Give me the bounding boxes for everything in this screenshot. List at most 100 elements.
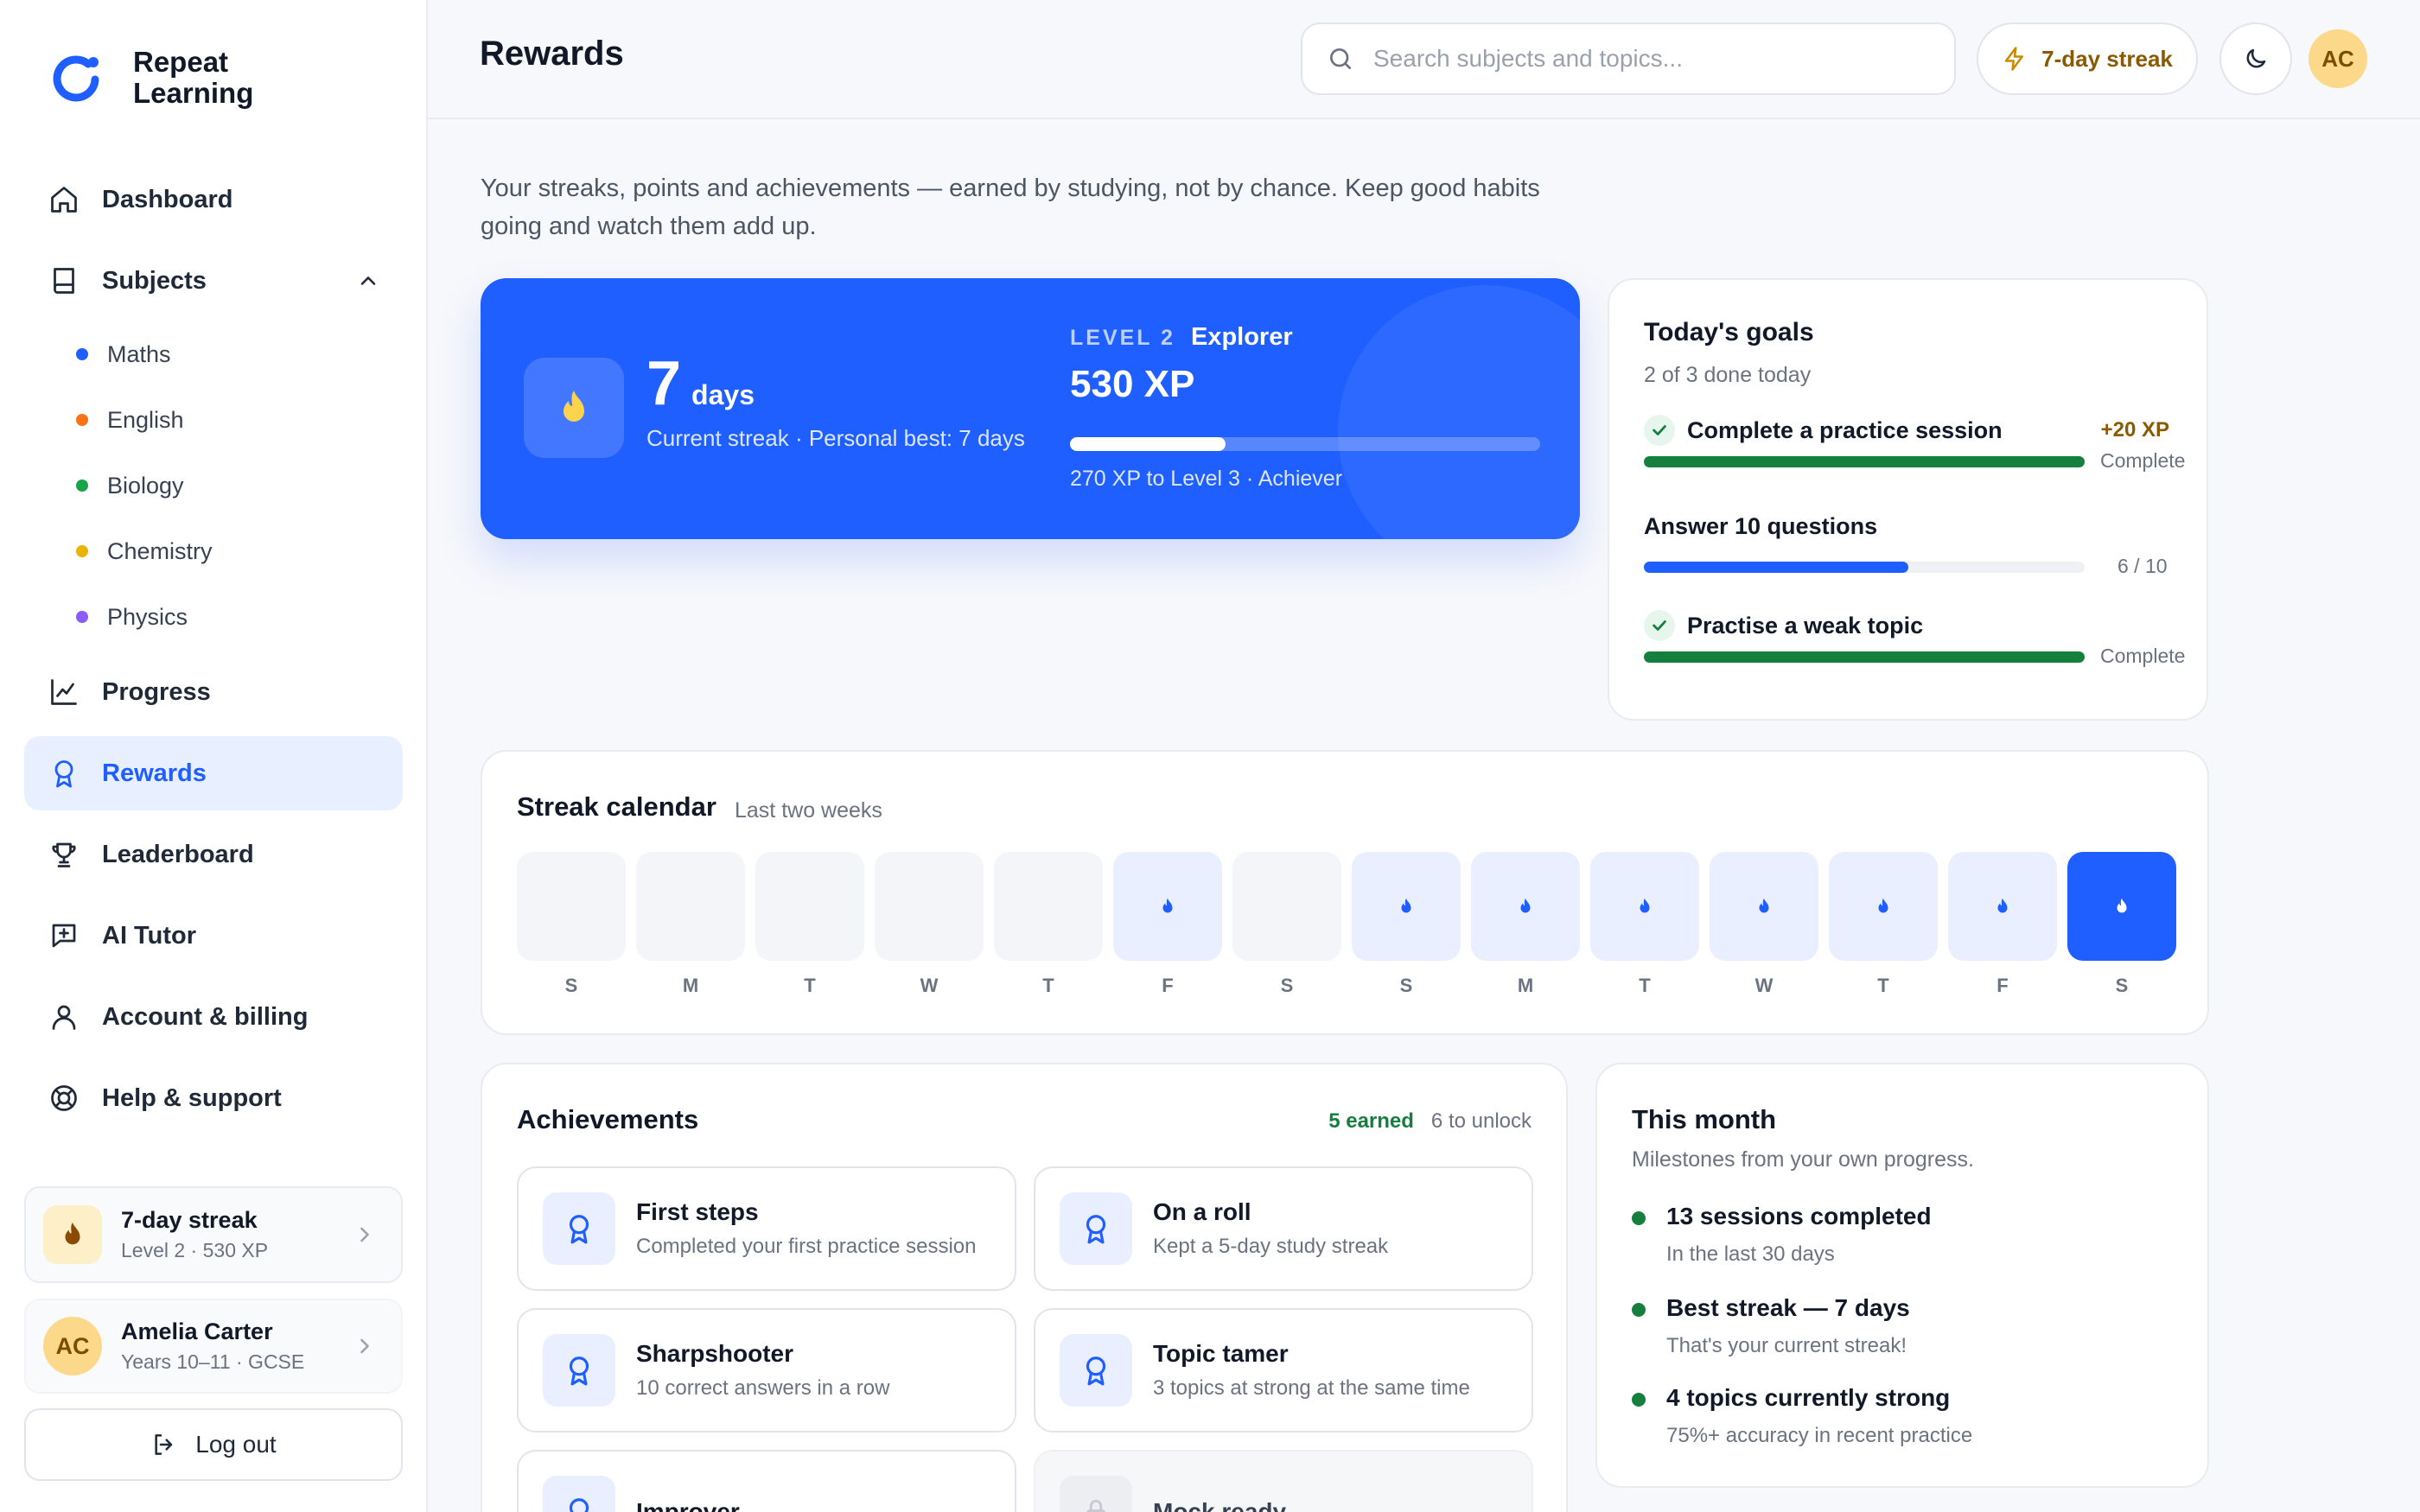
page-title: Rewards — [480, 35, 624, 73]
theme-toggle-button[interactable] — [2219, 22, 2292, 95]
nav-item-progress[interactable]: Progress — [24, 655, 403, 729]
calendar-day-box — [1710, 852, 1818, 961]
page-intro: Your streaks, points and achievements — … — [481, 175, 1540, 240]
unlock-count: 6 to unlock — [1430, 1109, 1532, 1133]
lifebuoy-icon — [47, 1081, 81, 1115]
brand[interactable]: Repeat Learning — [50, 47, 263, 109]
flame-icon — [2117, 898, 2127, 913]
subject-item-maths[interactable]: Maths — [76, 321, 403, 387]
sidebar-nav: Dashboard Subjects Maths English Biology — [24, 162, 403, 1142]
streak-subtitle: Current streak · Personal best: 7 days — [646, 425, 1025, 451]
search-box[interactable] — [1301, 22, 1956, 95]
award-icon — [1060, 1334, 1132, 1407]
chevron-up-icon[interactable] — [356, 269, 380, 293]
subject-item-physics[interactable]: Physics — [76, 584, 403, 650]
subject-item-biology[interactable]: Biology — [76, 453, 403, 518]
achievement-title: On a roll — [1153, 1198, 1251, 1225]
streak-pill[interactable]: 7-day streak — [1977, 22, 2198, 95]
level-progress-bar — [1070, 437, 1540, 451]
level-row: LEVEL 2 Explorer — [1070, 323, 1293, 352]
calendar-day-box — [2067, 852, 2176, 961]
calendar-day[interactable]: M — [1471, 852, 1580, 997]
calendar-day[interactable]: S — [517, 852, 626, 997]
nav-item-rewards[interactable]: Rewards — [24, 736, 403, 810]
nav-item-dashboard[interactable]: Dashboard — [24, 162, 403, 237]
goals-subtitle: 2 of 3 done today — [1644, 363, 1812, 387]
achievement-badge[interactable]: Sharpshooter 10 correct answers in a row — [517, 1308, 1016, 1433]
goal-label: Practise a weak topic — [1687, 612, 1924, 638]
sidebar-streak-card[interactable]: 7-day streak Level 2 · 530 XP — [24, 1186, 403, 1283]
book-icon — [47, 264, 81, 298]
goal-state: Complete — [2100, 645, 2186, 667]
calendar-day[interactable]: W — [1710, 852, 1818, 997]
subject-label: Chemistry — [107, 537, 213, 564]
chevron-right-icon — [360, 1338, 369, 1354]
calendar-day[interactable]: F — [1948, 852, 2057, 997]
goal-progress-fill — [1644, 562, 1908, 573]
calendar-day[interactable]: S — [1232, 852, 1341, 997]
calendar-day[interactable]: F — [1113, 852, 1222, 997]
home-icon — [47, 182, 81, 217]
achievement-title: First steps — [636, 1198, 759, 1225]
achievement-badge[interactable]: Mock ready — [1034, 1450, 1533, 1512]
calendar-day[interactable]: S — [2067, 852, 2176, 997]
milestone-dot — [1632, 1211, 1646, 1225]
decorative-circle — [1338, 285, 1580, 539]
streak-pill-label: 7-day streak — [2041, 45, 2173, 72]
flame-icon — [1401, 898, 1411, 913]
nav-item-leaderboard[interactable]: Leaderboard — [24, 817, 403, 892]
achievement-badge[interactable]: Topic tamer 3 topics at strong at the sam… — [1034, 1308, 1533, 1433]
chat-sparkle-icon — [47, 918, 81, 953]
achievement-title: Improver — [636, 1498, 740, 1512]
subject-item-chemistry[interactable]: Chemistry — [76, 518, 403, 584]
this-month-card: This month Milestones from your own prog… — [1595, 1063, 2209, 1488]
next-level-text: 270 XP to Level 3 · Achiever — [1070, 467, 1343, 491]
sidebar-user-card[interactable]: AC Amelia Carter Years 10–11 · GCSE — [24, 1299, 403, 1394]
achievement-desc: 10 correct answers in a row — [636, 1376, 890, 1400]
nav-item-help[interactable]: Help & support — [24, 1061, 403, 1135]
goal-label: Complete a practice session — [1687, 416, 2003, 443]
search-input[interactable] — [1373, 45, 1909, 73]
flame-icon — [43, 1205, 102, 1264]
calendar-day[interactable]: T — [1829, 852, 1938, 997]
logout-button[interactable]: Log out — [24, 1408, 403, 1481]
user-avatar[interactable]: AC — [2309, 29, 2367, 88]
subject-list: Maths English Biology Chemistry Physics — [24, 321, 403, 650]
nav-item-account[interactable]: Account & billing — [24, 980, 403, 1054]
trophy-icon — [47, 837, 81, 872]
flame-icon — [1520, 898, 1531, 913]
calendar-day-box — [1113, 852, 1222, 961]
calendar-day-label: T — [1042, 975, 1054, 996]
nav-label: Leaderboard — [102, 840, 254, 868]
subject-dot — [76, 348, 88, 360]
calendar-day-box — [1232, 852, 1341, 961]
flame-icon — [1162, 898, 1173, 913]
logout-icon — [155, 1434, 173, 1455]
calendar-day[interactable]: T — [994, 852, 1103, 997]
milestone-item: 13 sessions completed In the last 30 day… — [1632, 1203, 1932, 1267]
streak-hero-card: 7 days Current streak · Personal best: 7… — [481, 278, 1580, 539]
calendar-day[interactable]: T — [1590, 852, 1699, 997]
achievement-badge[interactable]: On a roll Kept a 5-day study streak — [1034, 1166, 1533, 1291]
calendar-day-label: M — [1517, 975, 1534, 996]
nav-item-ai-tutor[interactable]: AI Tutor — [24, 899, 403, 973]
calendar-day[interactable]: T — [755, 852, 864, 997]
award-icon — [47, 756, 81, 791]
calendar-day[interactable]: S — [1352, 852, 1461, 997]
calendar-hint: Last two weeks — [735, 798, 882, 823]
nav-item-subjects[interactable]: Subjects — [24, 244, 403, 318]
achievement-badge[interactable]: Improver — [517, 1450, 1016, 1512]
calendar-day-label: F — [1162, 975, 1174, 996]
calendar-title: Streak calendar — [517, 791, 716, 822]
achievements-title: Achievements — [517, 1104, 699, 1134]
calendar-day-box — [875, 852, 984, 961]
goal-progress-fill — [1644, 456, 2085, 467]
achievement-title: Mock ready — [1153, 1498, 1287, 1512]
streak-days-value: 7 — [646, 349, 682, 418]
calendar-day[interactable]: W — [875, 852, 984, 997]
goals-title: Today's goals — [1644, 318, 1814, 346]
subject-item-english[interactable]: English — [76, 387, 403, 453]
achievement-badge[interactable]: First steps Completed your first practice… — [517, 1166, 1016, 1291]
calendar-day-label: W — [920, 975, 939, 996]
calendar-day[interactable]: M — [636, 852, 745, 997]
